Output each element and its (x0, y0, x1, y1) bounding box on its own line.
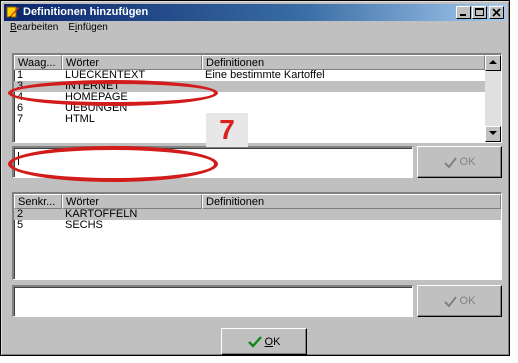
row-definition (202, 209, 501, 220)
grid-header: Senkr... Wörter Definitionen (14, 194, 501, 209)
column-header-senkr[interactable]: Senkr... (14, 194, 62, 209)
menu-bearbeiten-label: earbeiten (16, 22, 59, 33)
row-definition (202, 92, 485, 103)
grid-header: Waag... Wörter Definitionen (14, 55, 485, 70)
table-row[interactable]: 6 UEBUNGEN (14, 103, 485, 114)
table-row[interactable]: 2 KARTOFFELN (14, 209, 501, 220)
table-row[interactable]: 5 SECHS (14, 220, 501, 231)
dialog-window: Definitionen hinzufügen Bearbeiten Einfü… (0, 0, 510, 356)
window-controls (455, 6, 504, 19)
row-number: 4 (17, 92, 24, 103)
ok-button-horizontal-label: OK (459, 156, 476, 168)
ok-button-vertical-label: OK (459, 295, 476, 307)
ok-button-vertical[interactable]: OK (417, 285, 502, 317)
menu-einfuegen[interactable]: Einfügen (62, 21, 112, 35)
checkmark-icon (247, 335, 262, 348)
column-header-woerter[interactable]: Wörter (62, 55, 202, 70)
definition-input-vertical[interactable] (12, 285, 413, 317)
row-word: HTML (65, 114, 95, 125)
row-word: INTERNET (65, 81, 120, 92)
row-number: 1 (17, 70, 24, 81)
text-caret (18, 152, 19, 165)
minimize-button[interactable] (456, 6, 471, 19)
row-number: 5 (17, 220, 24, 231)
app-icon (6, 6, 19, 18)
table-row[interactable]: 3 INTERNET (14, 81, 485, 92)
close-icon (492, 8, 501, 17)
grid-rows: 1 LUECKENTEXT Eine bestimmte Kartoffel 3… (14, 70, 485, 125)
ok-button[interactable]: OK (221, 328, 307, 355)
vertical-scrollbar[interactable] (485, 55, 501, 142)
arrow-down-icon (489, 131, 497, 135)
scroll-down-button[interactable] (485, 126, 501, 142)
window-title: Definitionen hinzufügen (23, 6, 149, 18)
row-word: KARTOFFELN (65, 209, 138, 220)
table-row[interactable]: 4 HOMEPAGE (14, 92, 485, 103)
column-header-definitionen[interactable]: Definitionen (202, 194, 501, 209)
menu-bearbeiten-mnemonic: B (10, 22, 17, 33)
row-word: LUECKENTEXT (65, 70, 146, 81)
table-row[interactable]: 7 HTML (14, 114, 485, 125)
table-row[interactable]: 1 LUECKENTEXT Eine bestimmte Kartoffel (14, 70, 485, 81)
horizontal-words-grid[interactable]: Waag... Wörter Definitionen 1 LUECKENTEX… (12, 53, 502, 143)
row-definition: Eine bestimmte Kartoffel (205, 70, 325, 81)
checkmark-icon (443, 156, 457, 168)
minimize-icon (460, 14, 466, 16)
menu-bar: Bearbeiten Einfügen (4, 21, 506, 35)
maximize-button[interactable] (472, 6, 487, 19)
row-word: SECHS (65, 220, 103, 231)
ok-button-label: OK (265, 336, 281, 348)
row-word: HOMEPAGE (65, 92, 128, 103)
grid-rows: 2 KARTOFFELN 5 SECHS (14, 209, 501, 231)
ok-button-mnemonic: O (264, 335, 274, 348)
row-number: 2 (17, 209, 24, 220)
vertical-words-grid[interactable]: Senkr... Wörter Definitionen 2 KARTOFFEL… (12, 192, 502, 280)
checkmark-icon (443, 295, 457, 307)
row-number: 6 (17, 103, 24, 114)
row-definition (202, 220, 501, 231)
ok-button-label-rest: K (273, 335, 281, 348)
close-button[interactable] (489, 6, 504, 19)
menu-einfuegen-label: nfügen (77, 22, 108, 33)
annotation-step-number: 7 (206, 113, 248, 147)
column-header-waag[interactable]: Waag... (14, 55, 62, 70)
definition-input-horizontal[interactable] (12, 146, 413, 178)
column-header-woerter[interactable]: Wörter (62, 194, 202, 209)
row-number: 3 (17, 81, 24, 92)
column-header-definitionen[interactable]: Definitionen (202, 55, 485, 70)
row-word: UEBUNGEN (65, 103, 128, 114)
ok-button-horizontal[interactable]: OK (417, 146, 502, 178)
row-definition (202, 81, 485, 92)
row-number: 7 (17, 114, 24, 125)
maximize-icon (475, 8, 484, 16)
arrow-up-icon (489, 60, 497, 64)
title-bar[interactable]: Definitionen hinzufügen (4, 4, 506, 21)
scroll-up-button[interactable] (485, 55, 501, 71)
menu-bearbeiten[interactable]: Bearbeiten (4, 21, 62, 35)
